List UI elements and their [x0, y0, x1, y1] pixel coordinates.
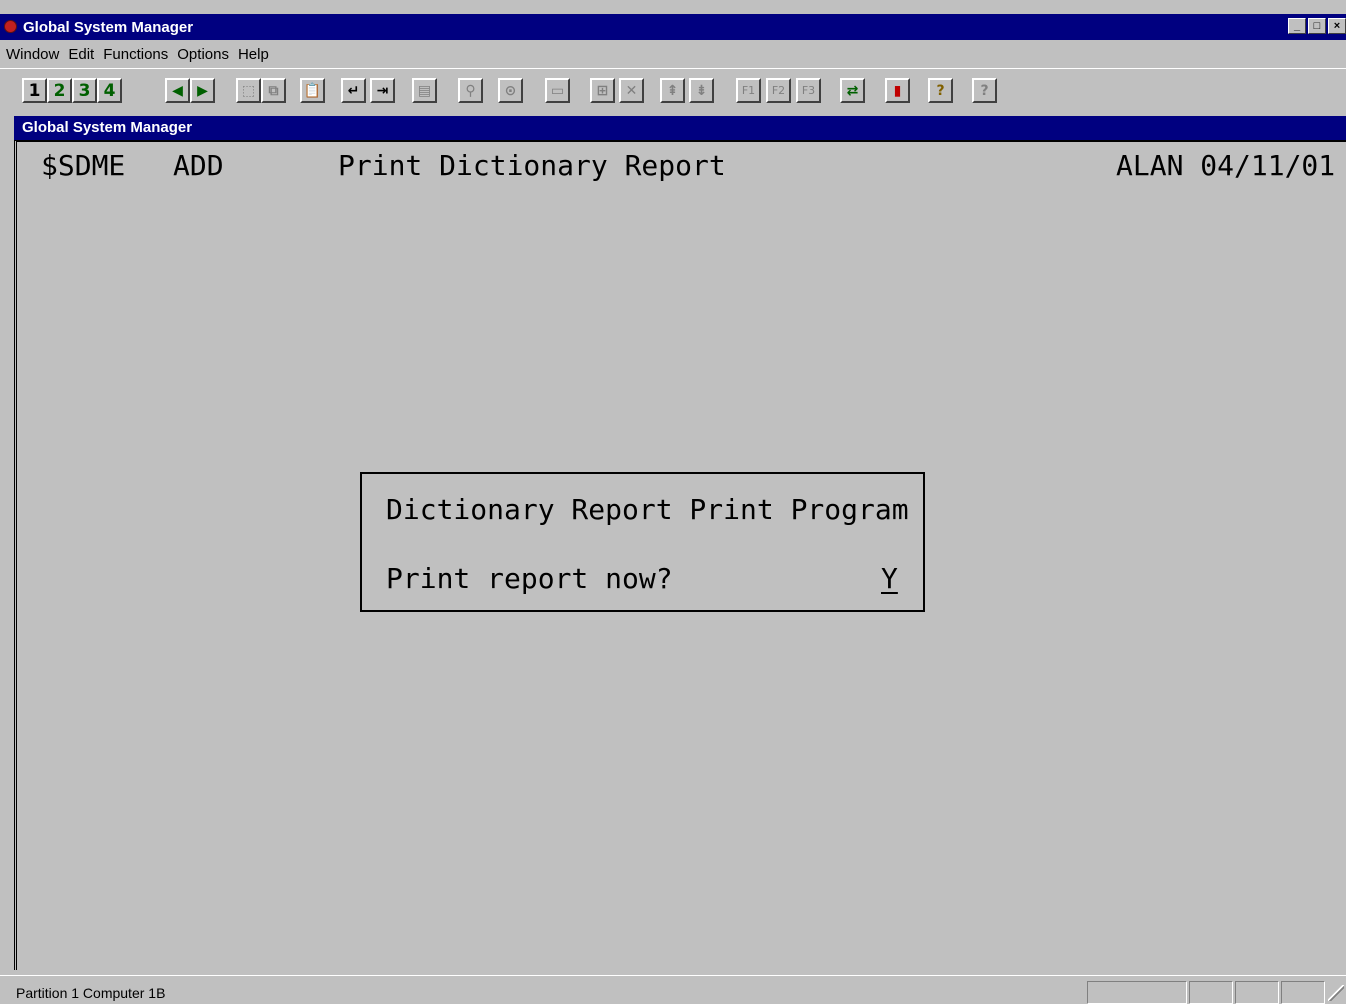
partition-4-button[interactable]: 4	[97, 78, 122, 103]
subwindow-title-bar: Global System Manager	[14, 116, 1346, 140]
user-date: ALAN 04/11/01	[1116, 149, 1336, 182]
print-answer-field[interactable]: Y	[881, 564, 898, 594]
status-bar: Partition 1 Computer 1B	[0, 975, 1346, 1004]
insert-icon[interactable]: ⊞	[590, 78, 615, 103]
find-icon[interactable]: ⚲	[458, 78, 483, 103]
toolbar: 1 2 3 4 ◀ ▶ ⬚ ⧉ 📋 ↵ ⇥ ▤ ⚲ ⊙ ▭ ⊞ ✕ ⇞ ⇟ F1…	[0, 68, 1346, 110]
maximize-button[interactable]: □	[1308, 18, 1326, 34]
partition-1-button[interactable]: 1	[22, 78, 47, 103]
page-up-icon[interactable]: ⇞	[660, 78, 685, 103]
status-pane	[1281, 981, 1325, 1004]
menu-options[interactable]: Options	[177, 46, 229, 63]
dialog-title: Dictionary Report Print Program	[386, 493, 909, 526]
app-icon	[4, 20, 17, 33]
transfer-icon[interactable]: ⇄	[840, 78, 865, 103]
chart-icon[interactable]: ▮	[885, 78, 910, 103]
print-dialog: Dictionary Report Print Program Print re…	[360, 472, 925, 612]
screen-heading: Print Dictionary Report	[338, 149, 726, 182]
binoculars-icon[interactable]: ⊙	[498, 78, 523, 103]
status-pane	[1235, 981, 1279, 1004]
enter-icon[interactable]: ↵	[341, 78, 366, 103]
previous-arrow-icon[interactable]: ◀	[165, 78, 190, 103]
menu-edit[interactable]: Edit	[68, 46, 94, 63]
resize-grip-icon[interactable]	[1328, 985, 1344, 1001]
close-button[interactable]: ×	[1328, 18, 1346, 34]
program-code: $SDME	[41, 149, 126, 182]
f3-key-icon[interactable]: F3	[796, 78, 821, 103]
exit-icon[interactable]: ⇥	[370, 78, 395, 103]
help-icon[interactable]: ?	[928, 78, 953, 103]
window-controls: _ □ ×	[1288, 18, 1346, 34]
context-help-icon[interactable]: ?	[972, 78, 997, 103]
next-arrow-icon[interactable]: ▶	[190, 78, 215, 103]
select-icon[interactable]: ⬚	[236, 78, 261, 103]
minimize-button[interactable]: _	[1288, 18, 1306, 34]
status-text: Partition 1 Computer 1B	[16, 985, 166, 1001]
dialog-prompt: Print report now?	[386, 562, 673, 595]
menu-window[interactable]: Window	[6, 46, 59, 63]
window-title: Global System Manager	[23, 19, 194, 36]
main-title-bar: Global System Manager _ □ ×	[0, 14, 1346, 40]
form-icon[interactable]: ▭	[545, 78, 570, 103]
page-down-icon[interactable]: ⇟	[689, 78, 714, 103]
delete-icon[interactable]: ✕	[619, 78, 644, 103]
status-pane	[1189, 981, 1233, 1004]
document-icon[interactable]: ▤	[412, 78, 437, 103]
mode-label: ADD	[173, 149, 224, 182]
f2-key-icon[interactable]: F2	[766, 78, 791, 103]
f1-key-icon[interactable]: F1	[736, 78, 761, 103]
partition-3-button[interactable]: 3	[72, 78, 97, 103]
menu-help[interactable]: Help	[238, 46, 269, 63]
menu-bar: Window Edit Functions Options Help	[0, 40, 1346, 68]
paste-icon[interactable]: 📋	[300, 78, 325, 103]
copy-icon[interactable]: ⧉	[261, 78, 286, 103]
status-pane	[1087, 981, 1187, 1004]
menu-functions[interactable]: Functions	[103, 46, 168, 63]
partition-2-button[interactable]: 2	[47, 78, 72, 103]
